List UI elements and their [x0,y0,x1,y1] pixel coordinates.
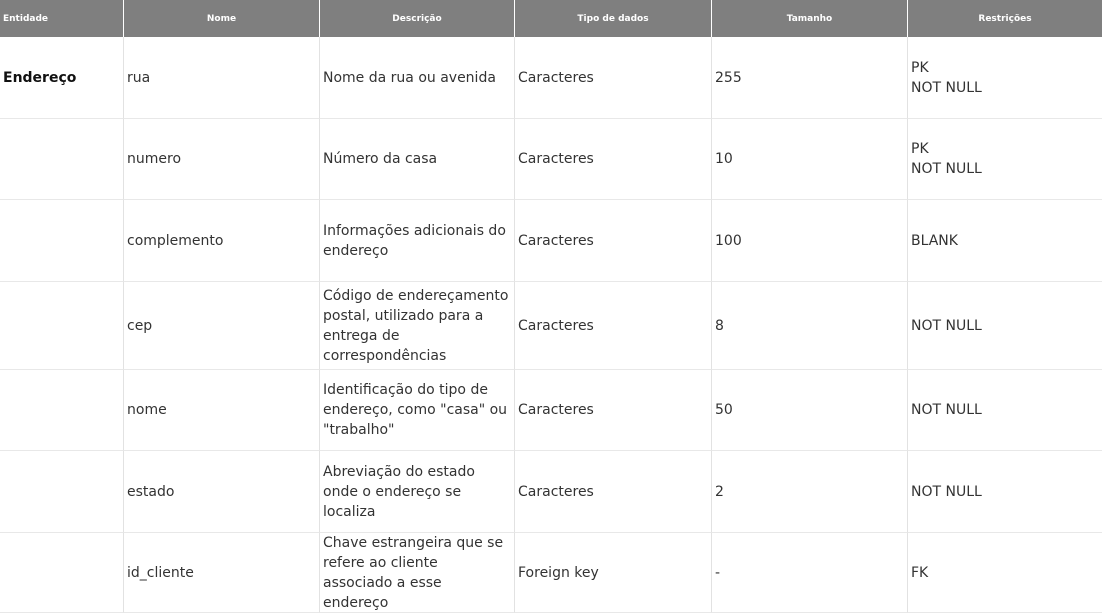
cell-entidade: Endereço [0,37,124,119]
cell-entidade [0,451,124,533]
cell-restricoes: PK NOT NULL [908,119,1102,200]
cell-entidade [0,200,124,282]
cell-tamanho: 2 [712,451,908,533]
cell-nome: cep [124,282,320,370]
cell-entidade [0,119,124,200]
cell-restricoes: NOT NULL [908,451,1102,533]
cell-restricoes: NOT NULL [908,370,1102,451]
cell-tamanho: - [712,533,908,613]
cell-tipo: Caracteres [515,37,712,119]
data-dictionary-table: Entidade Nome Descrição Tipo de dados Ta… [0,0,1102,613]
cell-descricao: Identificação do tipo de endereço, como … [320,370,515,451]
cell-descricao: Chave estrangeira que se refere ao clien… [320,533,515,613]
cell-tipo: Caracteres [515,451,712,533]
cell-nome: complemento [124,200,320,282]
cell-tipo: Caracteres [515,370,712,451]
header-tipo: Tipo de dados [515,0,712,37]
cell-descricao: Número da casa [320,119,515,200]
cell-tamanho: 8 [712,282,908,370]
cell-descricao: Informações adicionais do endereço [320,200,515,282]
cell-entidade [0,282,124,370]
cell-nome: rua [124,37,320,119]
cell-nome: estado [124,451,320,533]
cell-entidade [0,533,124,613]
cell-nome: nome [124,370,320,451]
cell-restricoes: NOT NULL [908,282,1102,370]
cell-tamanho: 100 [712,200,908,282]
cell-nome: numero [124,119,320,200]
cell-tipo: Foreign key [515,533,712,613]
header-descricao: Descrição [320,0,515,37]
cell-tamanho: 10 [712,119,908,200]
header-nome: Nome [124,0,320,37]
cell-tipo: Caracteres [515,282,712,370]
cell-tamanho: 255 [712,37,908,119]
header-tamanho: Tamanho [712,0,908,37]
header-entidade: Entidade [0,0,124,37]
cell-restricoes: FK [908,533,1102,613]
cell-descricao: Código de endereçamento postal, utilizad… [320,282,515,370]
cell-descricao: Nome da rua ou avenida [320,37,515,119]
cell-descricao: Abreviação do estado onde o endereço se … [320,451,515,533]
cell-entidade [0,370,124,451]
cell-restricoes: PK NOT NULL [908,37,1102,119]
header-restricoes: Restrições [908,0,1102,37]
cell-restricoes: BLANK [908,200,1102,282]
cell-tamanho: 50 [712,370,908,451]
cell-tipo: Caracteres [515,119,712,200]
cell-nome: id_cliente [124,533,320,613]
cell-tipo: Caracteres [515,200,712,282]
